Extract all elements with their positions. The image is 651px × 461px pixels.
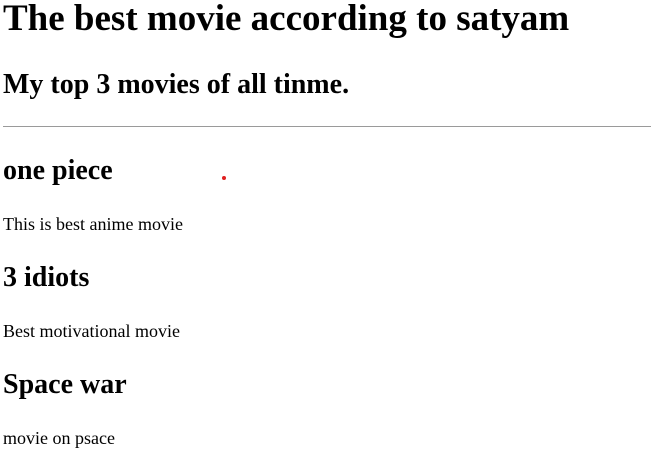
movie-description-one-piece: This is best anime movie bbox=[3, 214, 183, 234]
movie-description-3-idiots: Best motivational movie bbox=[3, 321, 180, 341]
movie-title-3-idiots: 3 idiots bbox=[3, 262, 90, 293]
page-title: The best movie according to satyam bbox=[3, 0, 570, 39]
page-subtitle: My top 3 movies of all tinme. bbox=[3, 69, 350, 100]
movie-title-one-piece: one piece bbox=[3, 155, 113, 186]
cursor-dot-icon bbox=[222, 176, 226, 180]
horizontal-divider bbox=[3, 126, 651, 127]
movie-description-space-war: movie on psace bbox=[3, 428, 115, 448]
page: The best movie according to satyam My to… bbox=[0, 0, 651, 461]
movie-title-space-war: Space war bbox=[3, 369, 127, 400]
